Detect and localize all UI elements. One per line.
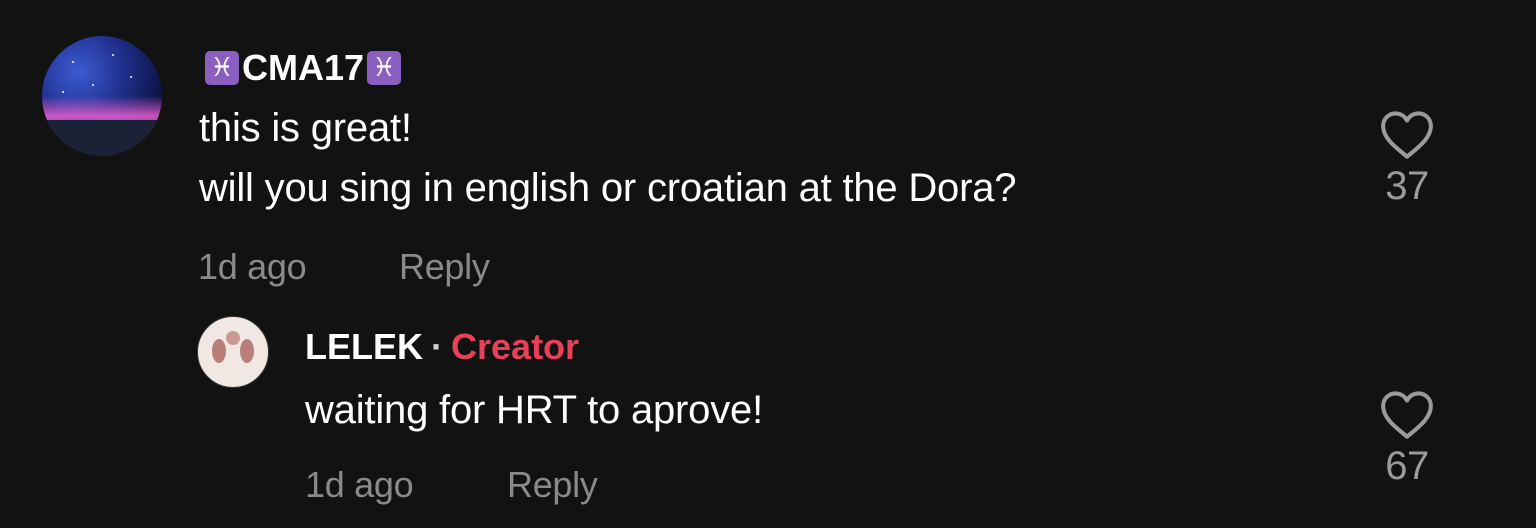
username[interactable]: CMA17: [242, 47, 364, 89]
avatar[interactable]: [42, 36, 162, 156]
timestamp: 1d ago: [305, 464, 414, 505]
like-column: 37: [1367, 110, 1447, 209]
username-row: LELEK · Creator: [305, 326, 579, 368]
separator: ·: [431, 326, 444, 367]
avatar-ground: [42, 120, 162, 156]
star-decoration: [72, 61, 74, 63]
comment-text-line: waiting for HRT to aprove!: [305, 388, 763, 432]
reply-button[interactable]: Reply: [399, 246, 490, 288]
reply-button[interactable]: Reply: [507, 464, 598, 506]
username-row: ♓ CMA17 ♓: [202, 47, 404, 89]
star-decoration: [92, 84, 94, 86]
like-count: 37: [1385, 164, 1429, 208]
comment-text-line: this is great!: [199, 106, 412, 150]
avatar-figure: [212, 339, 226, 363]
heart-icon[interactable]: [1379, 110, 1435, 160]
star-decoration: [112, 54, 114, 56]
comment-text-line: will you sing in english or croatian at …: [199, 166, 1017, 210]
reply-comment: LELEK · Creator waiting for HRT to aprov…: [0, 300, 1536, 528]
avatar-figure: [226, 331, 240, 345]
pisces-icon: ♓: [205, 51, 239, 85]
star-decoration: [130, 76, 132, 78]
avatar[interactable]: [197, 316, 269, 388]
like-count: 67: [1385, 444, 1429, 488]
pisces-icon: ♓: [367, 51, 402, 85]
like-column: 67: [1367, 390, 1447, 489]
creator-badge: Creator: [451, 326, 580, 367]
timestamp: 1d ago: [198, 246, 307, 287]
avatar-figure: [240, 339, 254, 363]
heart-icon[interactable]: [1379, 390, 1435, 440]
username[interactable]: LELEK: [305, 326, 423, 368]
star-decoration: [62, 91, 64, 93]
comment: ♓ CMA17 ♓ this is great! will you sing i…: [0, 0, 1536, 300]
